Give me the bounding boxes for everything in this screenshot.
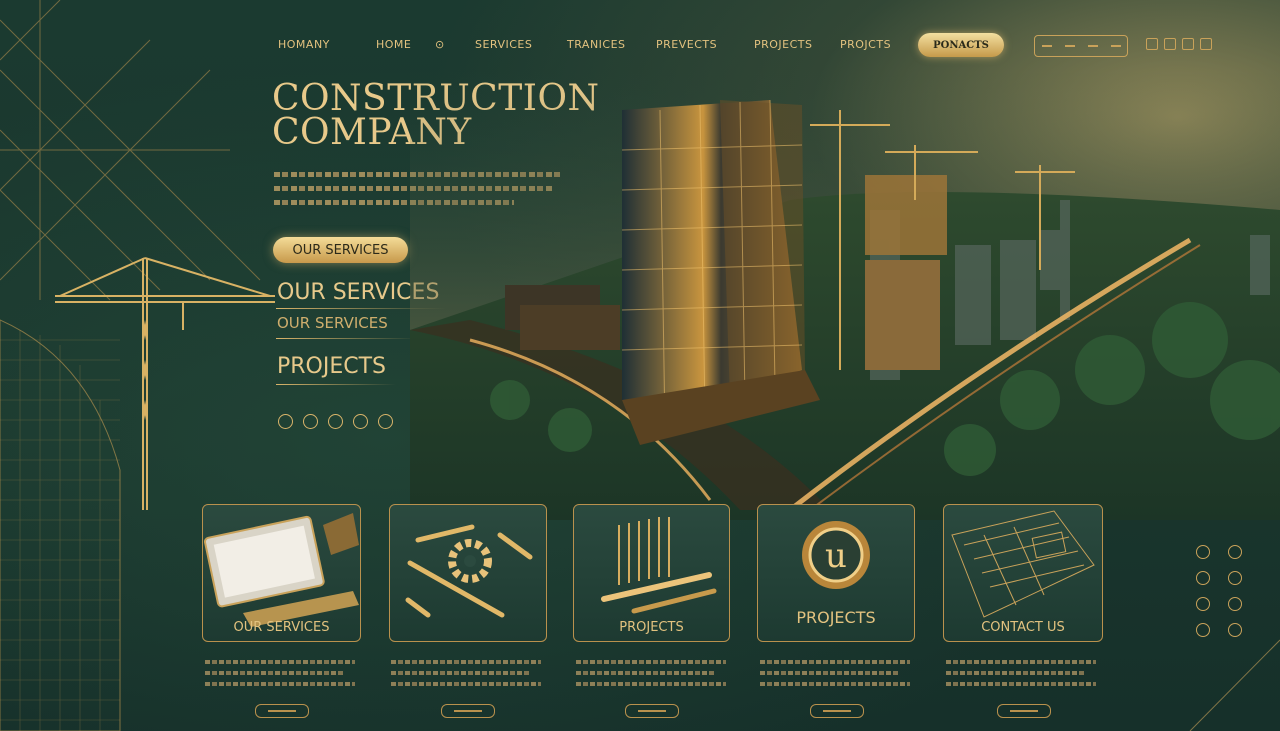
card-our-services[interactable]: OUR SERVICES [202,504,361,642]
logo-glyph: u [825,536,847,576]
circle-icon[interactable] [328,414,343,429]
social-icon-1[interactable] [1146,38,1158,50]
card-label: CONTACT US [981,620,1065,635]
card-contact-us[interactable]: CONTACT US [943,504,1103,642]
card-description [576,660,726,693]
nav-item-projects[interactable]: PROJECTS [754,38,813,51]
card-label: PROJECTS [796,608,876,627]
social-icon-4[interactable] [1200,38,1212,50]
nav-item-home[interactable]: HOME [376,38,411,51]
hero-cityscape-image [410,70,1280,520]
divider [276,384,396,385]
circle-icon[interactable] [353,414,368,429]
read-more-button[interactable] [625,704,679,718]
nav-item-tranices[interactable]: TRANICES [567,38,626,51]
circle-icon[interactable] [1228,545,1242,559]
projects-heading[interactable]: PROJECTS [277,354,386,379]
circle-icon[interactable] [278,414,293,429]
circle-icon[interactable] [1196,571,1210,585]
services-subheading[interactable]: OUR SERVICES [277,314,388,332]
divider [276,338,416,339]
nav-item-projcts[interactable]: PROJCTS [840,38,891,51]
card-projects[interactable]: PROJECTS [573,504,730,642]
circle-icon[interactable] [1228,597,1242,611]
card-projects-logo[interactable]: u PROJECTS [757,504,915,642]
read-more-button[interactable] [441,704,495,718]
nav-item-homany[interactable]: HOMANY [278,38,330,51]
tools-icon [405,524,533,618]
social-icon-3[interactable] [1182,38,1194,50]
social-icons [1146,38,1212,50]
circle-icon[interactable] [1228,623,1242,637]
circle-icon[interactable] [1228,571,1242,585]
circle-icon[interactable] [1196,623,1210,637]
circle-icon[interactable] [1196,597,1210,611]
card-description [946,660,1096,693]
nav-item-glyph: ⊙ [435,38,445,51]
circle-icon[interactable] [303,414,318,429]
contacts-button[interactable]: PONACTS [918,33,1004,57]
card-label: OUR SERVICES [233,620,330,635]
card-label: PROJECTS [619,620,684,635]
social-icon-2[interactable] [1164,38,1176,50]
side-icon-grid [1196,545,1250,637]
search-box[interactable] [1034,35,1128,57]
card-description [205,660,355,693]
read-more-button[interactable] [255,704,309,718]
read-more-button[interactable] [997,704,1051,718]
nav-item-prevects[interactable]: PREVECTS [656,38,717,51]
card-description [760,660,910,693]
circle-icon[interactable] [378,414,393,429]
read-more-button[interactable] [810,704,864,718]
card-description [391,660,541,693]
circle-icon[interactable] [1196,545,1210,559]
card-tools[interactable] [389,504,547,642]
social-dots [278,414,393,429]
nav-item-services[interactable]: SERVICES [475,38,532,51]
our-services-button[interactable]: OUR SERVICES [273,237,408,263]
